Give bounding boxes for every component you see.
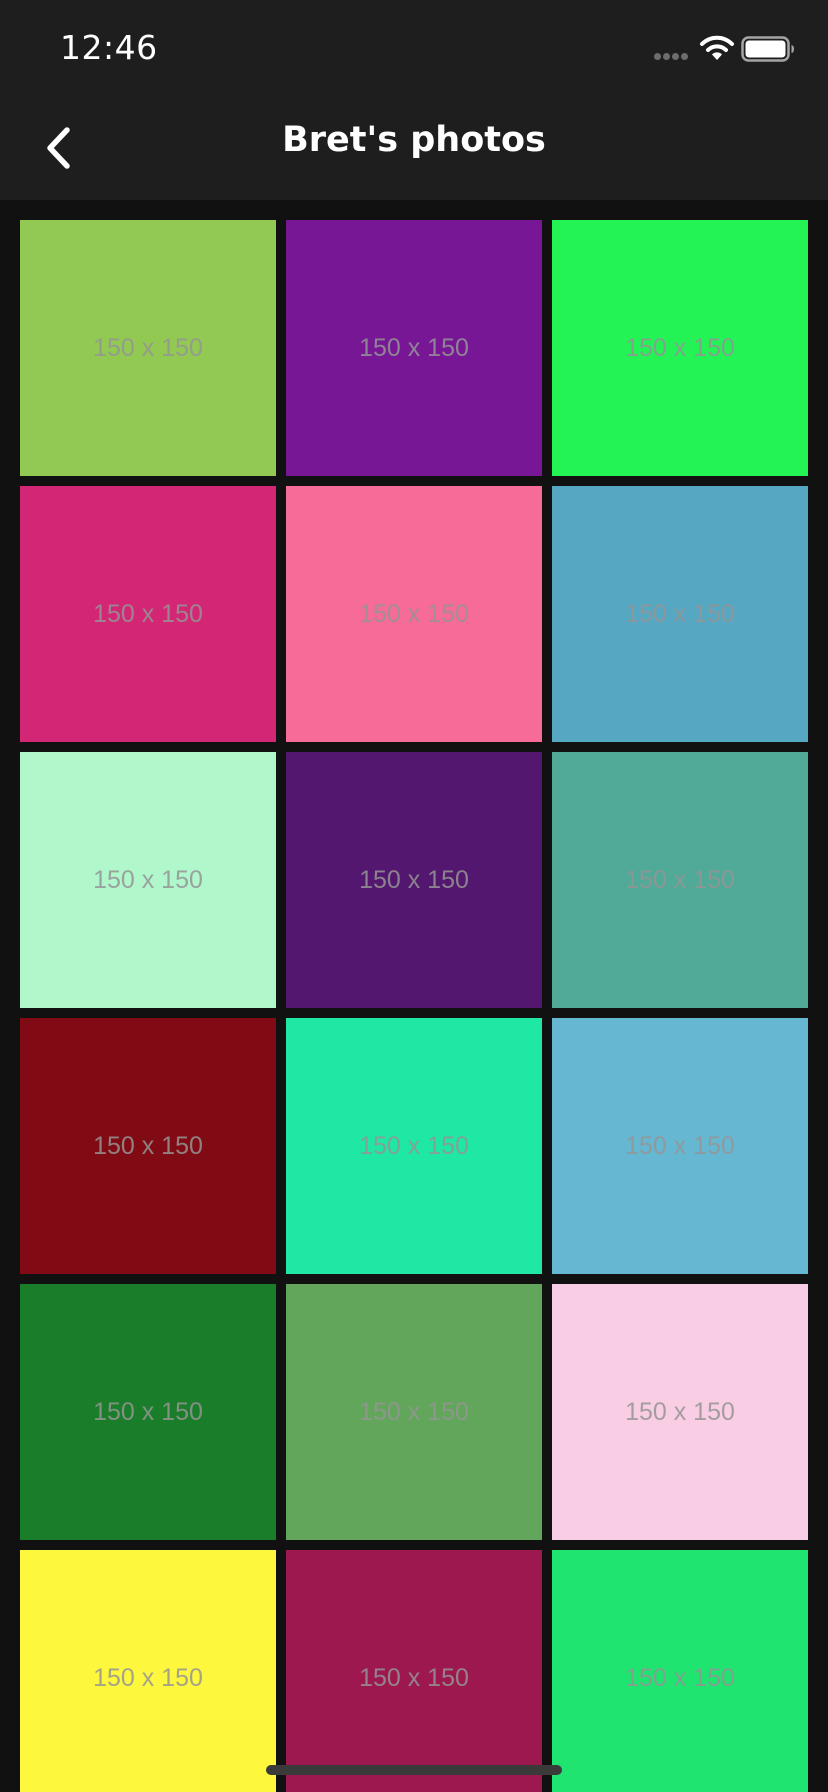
status-bar: 12:46 (0, 0, 828, 96)
photo-thumbnail[interactable]: 150 x 150 (20, 1018, 276, 1274)
photo-thumbnail[interactable]: 150 x 150 (552, 1550, 808, 1792)
photo-thumbnail[interactable]: 150 x 150 (552, 752, 808, 1008)
photo-thumbnail[interactable]: 150 x 150 (552, 1018, 808, 1274)
battery-icon (741, 36, 795, 62)
home-indicator[interactable] (266, 1765, 562, 1775)
navigation-bar: Bret's photos (0, 96, 828, 200)
photo-thumbnail[interactable]: 150 x 150 (20, 752, 276, 1008)
photo-placeholder-label: 150 x 150 (625, 1397, 735, 1426)
photo-placeholder-label: 150 x 150 (359, 1131, 469, 1160)
photo-placeholder-label: 150 x 150 (93, 333, 203, 362)
status-time: 12:46 (60, 28, 158, 67)
photo-placeholder-label: 150 x 150 (359, 333, 469, 362)
photo-thumbnail[interactable]: 150 x 150 (20, 486, 276, 742)
photo-thumbnail[interactable]: 150 x 150 (286, 1550, 542, 1792)
photo-grid: 150 x 150 150 x 150 150 x 150 150 x 150 150 … (20, 220, 808, 1792)
photo-placeholder-label: 150 x 150 (93, 1663, 203, 1692)
photo-thumbnail[interactable]: 150 x 150 (286, 752, 542, 1008)
photo-placeholder-label: 150 x 150 (625, 1663, 735, 1692)
photo-placeholder-label: 150 x 150 (625, 865, 735, 894)
signal-dots-icon (654, 53, 690, 61)
wifi-icon (699, 34, 735, 62)
photo-thumbnail[interactable]: 150 x 150 (552, 220, 808, 476)
photo-thumbnail[interactable]: 150 x 150 (552, 486, 808, 742)
photo-placeholder-label: 150 x 150 (93, 865, 203, 894)
photo-thumbnail[interactable]: 150 x 150 (20, 220, 276, 476)
photo-placeholder-label: 150 x 150 (625, 333, 735, 362)
photo-placeholder-label: 150 x 150 (359, 865, 469, 894)
page-title: Bret's photos (282, 120, 546, 160)
photo-placeholder-label: 150 x 150 (93, 599, 203, 628)
photo-placeholder-label: 150 x 150 (625, 1131, 735, 1160)
photo-placeholder-label: 150 x 150 (359, 599, 469, 628)
photo-placeholder-label: 150 x 150 (93, 1131, 203, 1160)
photo-placeholder-label: 150 x 150 (625, 599, 735, 628)
photo-placeholder-label: 150 x 150 (93, 1397, 203, 1426)
photo-thumbnail[interactable]: 150 x 150 (286, 220, 542, 476)
photo-placeholder-label: 150 x 150 (359, 1663, 469, 1692)
photo-thumbnail[interactable]: 150 x 150 (20, 1284, 276, 1540)
photos-screen: 12:46 Bret's photos 150 x 150 150 x 150 … (0, 0, 828, 1792)
photo-thumbnail[interactable]: 150 x 150 (552, 1284, 808, 1540)
photo-thumbnail[interactable]: 150 x 150 (20, 1550, 276, 1792)
photo-thumbnail[interactable]: 150 x 150 (286, 1284, 542, 1540)
photo-placeholder-label: 150 x 150 (359, 1397, 469, 1426)
photo-thumbnail[interactable]: 150 x 150 (286, 486, 542, 742)
photo-thumbnail[interactable]: 150 x 150 (286, 1018, 542, 1274)
